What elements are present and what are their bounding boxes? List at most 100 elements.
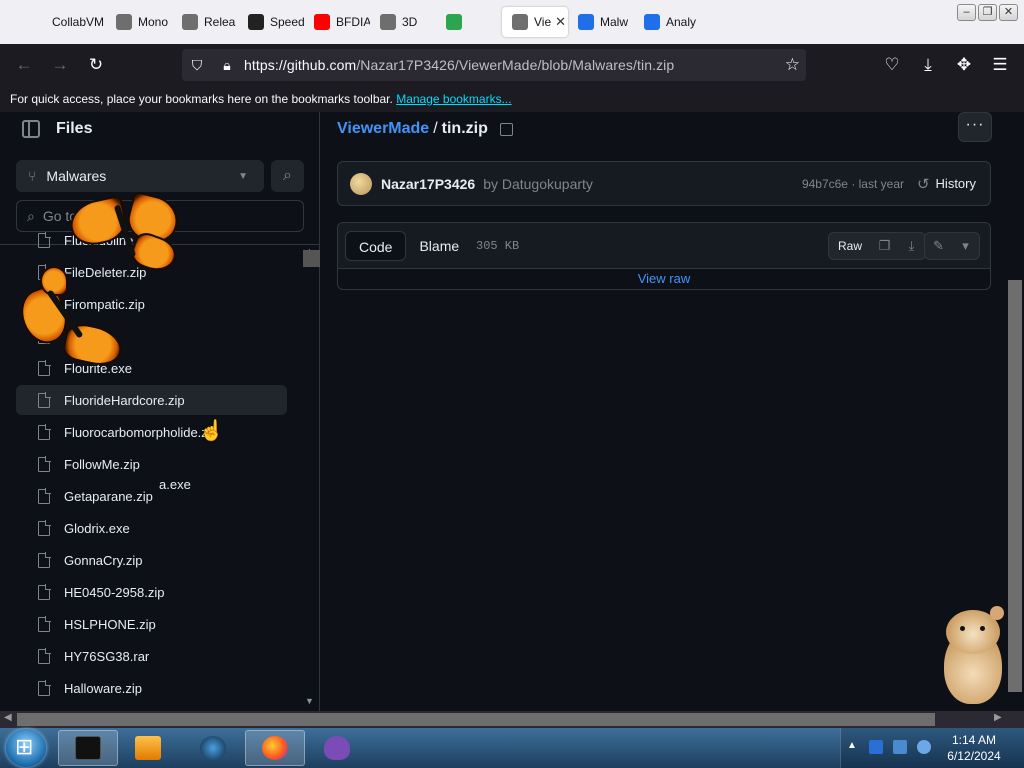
tab-label: Speed (270, 15, 304, 29)
taskbar-app-firefox[interactable] (245, 730, 305, 766)
file-icon (38, 487, 51, 504)
tree-file-item[interactable]: Glodrix.exe (16, 513, 287, 543)
tree-file-item[interactable]: HY76SG38.rar (16, 641, 287, 671)
tray-app-icon[interactable] (869, 740, 883, 754)
tree-file-item[interactable]: GonnaCry.zip (16, 545, 287, 575)
browser-tab[interactable]: 3D (370, 7, 436, 37)
terminal-icon (75, 736, 101, 760)
tab-favicon-icon (182, 14, 198, 30)
navigation-bar: ← → ↻ ⛉ 🔒︎ https://github.com/Nazar17P34… (0, 44, 1024, 86)
view-mode-tabs: Code Blame (345, 231, 472, 261)
url-text[interactable]: https://github.com/Nazar17P3426/ViewerMa… (244, 57, 674, 73)
view-raw-link[interactable]: View raw (338, 269, 990, 289)
tree-file-label: Halloware.zip (64, 680, 143, 696)
start-button[interactable] (6, 729, 46, 767)
edit-actions: ✎ ▾ (924, 232, 980, 260)
manage-bookmarks-link[interactable]: Manage bookmarks... (396, 92, 511, 106)
tree-file-item[interactable]: Fluorocarbomorpholide.zip (16, 417, 287, 447)
tree-file-item[interactable]: FluorideHardcore.zip (16, 385, 287, 415)
browser-tab[interactable]: Relea (172, 7, 238, 37)
tab-favicon-icon (380, 14, 396, 30)
browser-tab[interactable]: BFDIA (304, 7, 370, 37)
downloads-icon[interactable]: ⤓ (910, 47, 946, 83)
download-icon[interactable]: ⤓ (898, 233, 925, 259)
extensions-icon[interactable]: ✥ (946, 47, 982, 83)
hand-cursor-icon: ☝ (199, 420, 224, 442)
close-tab-icon[interactable]: ✕ (555, 14, 566, 30)
more-options-button[interactable]: ··· (958, 112, 992, 142)
taskbar-app-globe[interactable] (183, 730, 243, 766)
tab-code[interactable]: Code (345, 231, 407, 261)
url-bar[interactable]: ⛉ 🔒︎ https://github.com/Nazar17P3426/Vie… (182, 49, 806, 81)
tab-favicon-icon (644, 14, 660, 30)
tree-file-label: Getaparane.zip (64, 488, 153, 504)
maximize-button[interactable]: ❐ (978, 4, 997, 21)
browser-tab[interactable]: Mono (106, 7, 172, 37)
browser-tab[interactable]: Speed (238, 7, 304, 37)
taskbar-app-terminal[interactable] (58, 730, 118, 766)
page-scrollbar-thumb[interactable] (1008, 280, 1022, 692)
scroll-down-icon[interactable]: ▼ (305, 696, 314, 706)
tab-favicon-icon (314, 14, 330, 30)
menu-icon[interactable]: ☰ (982, 47, 1018, 83)
file-viewer: Code Blame 305 KB Raw ❐ ⤓ ✎ ▾ View raw (337, 222, 991, 290)
raw-button[interactable]: Raw (829, 233, 871, 259)
butterfly-icon (13, 266, 126, 370)
tree-file-label: FluorideHardcore.zip (64, 392, 185, 408)
network-icon[interactable] (893, 740, 907, 754)
reload-icon[interactable]: ↻ (78, 47, 114, 83)
tree-file-label: HSLPHONE.zip (64, 616, 156, 632)
commit-author[interactable]: Nazar17P3426 (381, 176, 475, 192)
tree-file-item[interactable]: HSLPHONE.zip (16, 609, 287, 639)
clock[interactable]: 1:14 AM 6/12/2024 (938, 732, 1010, 764)
tree-file-item[interactable]: HE0450-2958.zip (16, 577, 287, 607)
pencil-icon[interactable]: ✎ (925, 233, 952, 259)
copy-path-icon[interactable] (499, 122, 513, 136)
tab-label: Analy (666, 15, 697, 29)
scroll-right-icon[interactable]: ▶ (994, 712, 1002, 723)
back-icon[interactable]: ← (6, 47, 42, 83)
clock-date: 6/12/2024 (947, 749, 1001, 763)
close-window-button[interactable]: ✕ (999, 4, 1018, 21)
horizontal-scrollbar-thumb[interactable] (17, 713, 935, 726)
media-player-icon (135, 736, 161, 760)
browser-tab[interactable]: Analy (634, 7, 700, 37)
tab-label: Malw (600, 15, 629, 29)
lock-icon[interactable]: 🔒︎ (212, 57, 242, 74)
url-host: https://github.com (244, 57, 357, 73)
browser-tab[interactable]: Malw (568, 7, 634, 37)
butterfly-icon (66, 190, 183, 277)
shield-icon[interactable]: ⛉ (182, 57, 212, 74)
tab-favicon-icon (248, 14, 264, 30)
repo-link[interactable]: ViewerMade (337, 120, 429, 138)
chevron-down-icon[interactable]: ▾ (952, 233, 979, 259)
tree-file-label: GonnaCry.zip (64, 552, 143, 568)
browser-tab[interactable]: CollabVM (20, 7, 106, 37)
show-hidden-icons-icon[interactable]: ▲ (847, 740, 857, 751)
history-button[interactable]: ↺ History (917, 175, 976, 193)
sidebar-scrollbar-thumb[interactable] (303, 250, 320, 267)
tree-file-label: Glodrix.exe (64, 520, 130, 536)
bookmark-star-icon[interactable]: ☆ (785, 55, 800, 75)
taskbar-app-bonzi[interactable] (307, 730, 367, 766)
raw-actions: Raw ❐ ⤓ (828, 232, 927, 260)
scroll-left-icon[interactable]: ◀ (4, 712, 12, 723)
pocket-icon[interactable]: ♡ (874, 47, 910, 83)
commit-meta[interactable]: 94b7c6e · last year (802, 177, 904, 191)
avatar[interactable] (350, 172, 372, 195)
tab-blame[interactable]: Blame (406, 231, 472, 261)
volume-icon[interactable] (917, 740, 931, 754)
file-name: tin.zip (441, 120, 488, 137)
file-icon (38, 423, 51, 440)
breadcrumb: ViewerMade / tin.zip (337, 120, 513, 138)
commit-coauthor[interactable]: by Datugokuparty (483, 176, 593, 192)
tree-file-item[interactable]: Halloware.zip (16, 673, 287, 703)
taskbar-app-media[interactable] (118, 730, 178, 766)
file-icon (38, 519, 51, 536)
tree-file-item[interactable]: FollowMe.zip (16, 449, 287, 479)
browser-tab[interactable]: Vie ✕ (502, 7, 568, 37)
forward-icon[interactable]: → (42, 47, 78, 83)
browser-tab[interactable] (436, 7, 502, 37)
minimize-button[interactable]: – (957, 4, 976, 21)
copy-icon[interactable]: ❐ (871, 233, 898, 259)
